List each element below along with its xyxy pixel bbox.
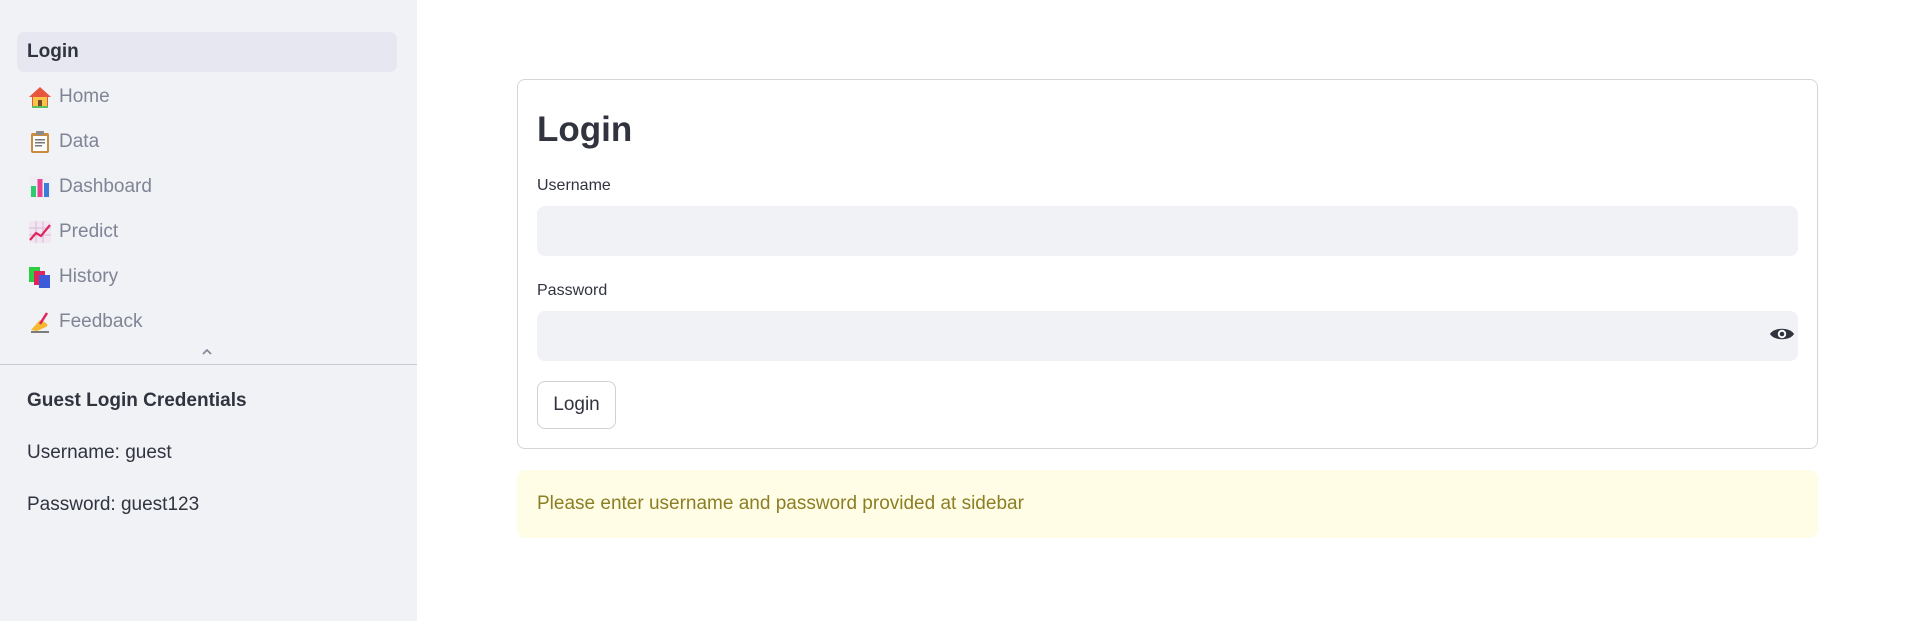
guest-password-text: Password: guest123 bbox=[27, 494, 200, 515]
bar-chart-icon bbox=[27, 174, 53, 200]
login-form: Login Username Password Login bbox=[517, 79, 1818, 449]
trend-chart-icon bbox=[27, 219, 53, 245]
login-title: Login bbox=[537, 110, 633, 149]
sidebar-item-home[interactable]: Home bbox=[17, 77, 397, 117]
sidebar-item-login[interactable]: Login bbox=[17, 32, 397, 72]
sidebar-item-label: Home bbox=[59, 86, 110, 107]
sidebar-divider bbox=[0, 364, 417, 365]
sidebar-item-history[interactable]: History bbox=[17, 257, 397, 297]
password-label: Password bbox=[537, 282, 608, 299]
sidebar-item-feedback[interactable]: Feedback bbox=[17, 302, 397, 342]
main-content: Login Username Password Login Please ent… bbox=[417, 0, 1910, 621]
house-icon bbox=[27, 84, 53, 110]
sidebar-item-label: Feedback bbox=[59, 311, 143, 332]
warning-alert: Please enter username and password provi… bbox=[517, 470, 1818, 538]
sidebar-item-dashboard[interactable]: Dashboard bbox=[17, 167, 397, 207]
app-root: Login Home Data Dashboard Predict Histor… bbox=[0, 0, 1910, 621]
warning-alert-message: Please enter username and password provi… bbox=[537, 493, 1024, 514]
guest-username-text: Username: guest bbox=[27, 442, 172, 463]
guest-credentials-title: Guest Login Credentials bbox=[27, 390, 247, 411]
sidebar-item-label: Login bbox=[27, 41, 79, 62]
sidebar-item-label: Dashboard bbox=[59, 176, 152, 197]
collapse-nav-chevron-up-icon[interactable] bbox=[198, 345, 216, 359]
sidebar-item-label: History bbox=[59, 266, 119, 287]
login-button[interactable]: Login bbox=[537, 381, 616, 429]
show-password-eye-icon[interactable] bbox=[1768, 323, 1796, 345]
username-input[interactable] bbox=[537, 206, 1798, 256]
sidebar: Login Home Data Dashboard Predict Histor… bbox=[0, 0, 417, 621]
sidebar-item-label: Data bbox=[59, 131, 100, 152]
sidebar-item-label: Predict bbox=[59, 221, 119, 242]
writing-hand-icon bbox=[27, 309, 53, 335]
clipboard-icon bbox=[27, 129, 53, 155]
guest-credentials: Guest Login Credentials Username: guest … bbox=[27, 390, 247, 546]
password-input[interactable] bbox=[537, 311, 1798, 361]
books-icon bbox=[27, 264, 53, 290]
sidebar-item-predict[interactable]: Predict bbox=[17, 212, 397, 252]
sidebar-nav: Login Home Data Dashboard Predict Histor… bbox=[0, 0, 417, 342]
sidebar-item-data[interactable]: Data bbox=[17, 122, 397, 162]
username-label: Username bbox=[537, 177, 611, 194]
